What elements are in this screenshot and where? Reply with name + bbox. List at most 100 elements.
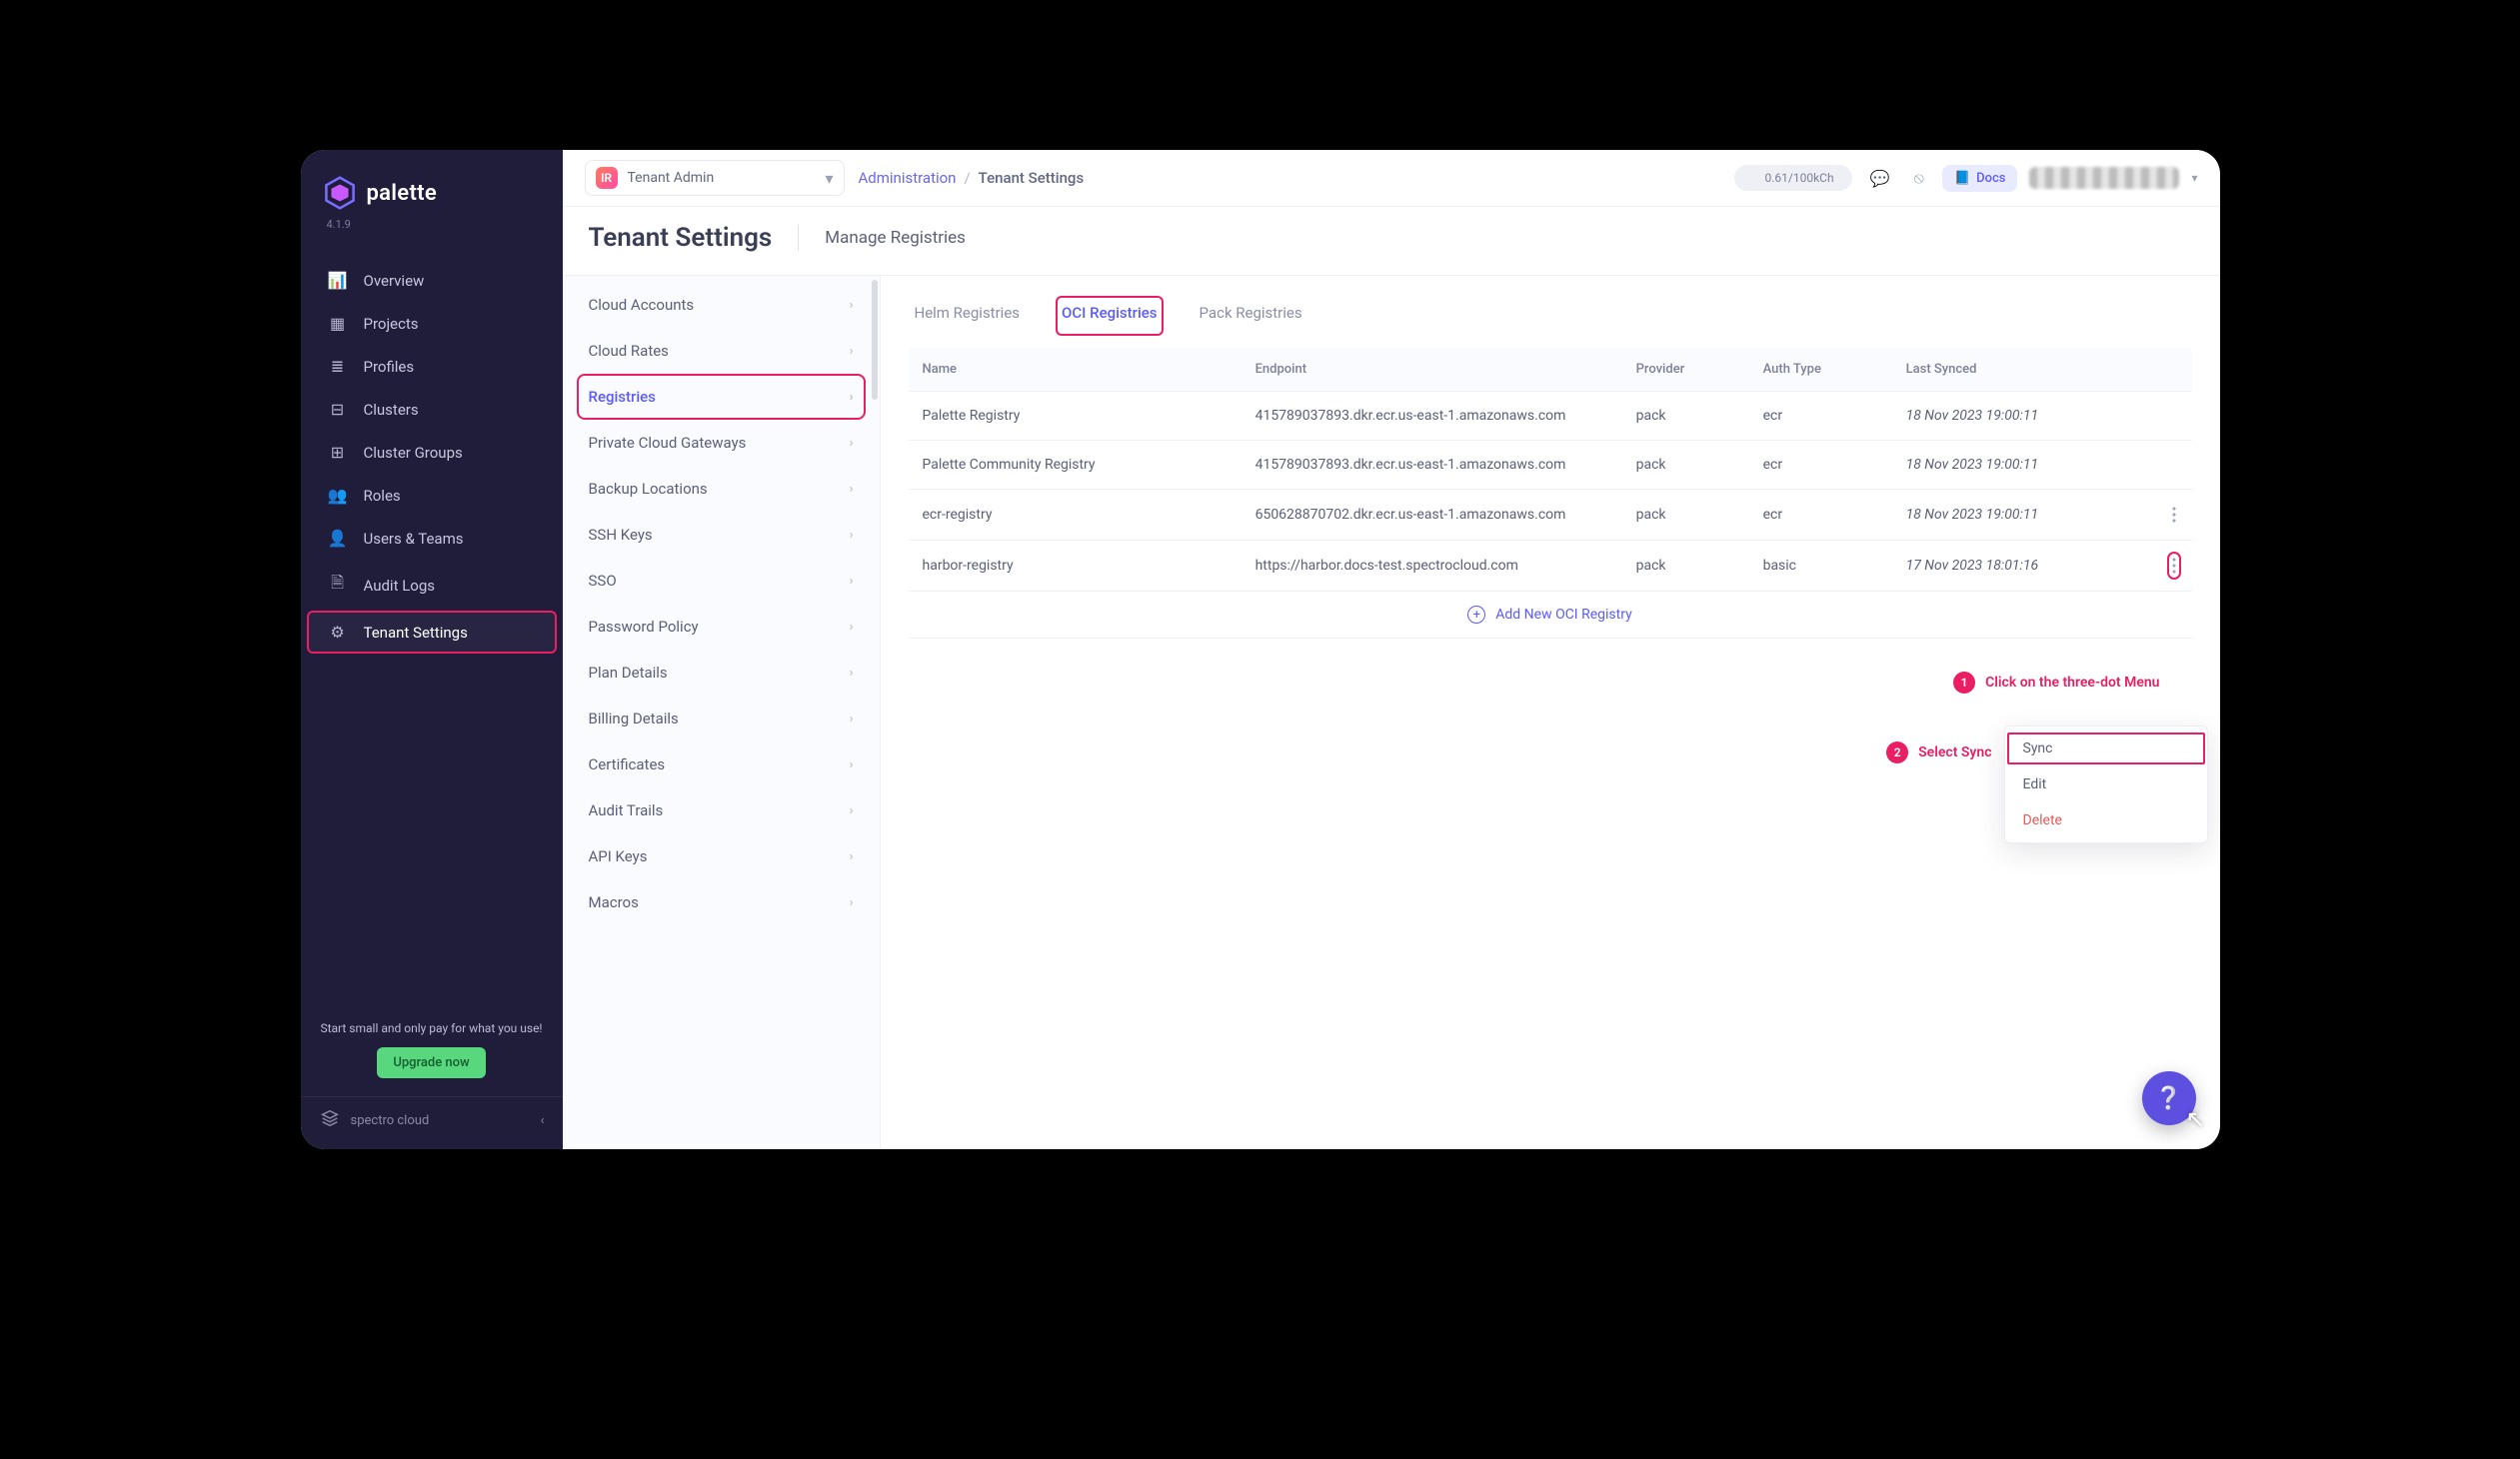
- chevron-right-icon: ›: [850, 895, 854, 910]
- cluster-groups-icon: ⊞: [328, 443, 348, 462]
- cell-name: harbor-registry: [909, 541, 1242, 592]
- dropdown-item-sync[interactable]: Sync: [2005, 730, 2207, 766]
- cell-provider: pack: [1622, 490, 1749, 541]
- page-heading: Tenant Settings Manage Registries: [563, 207, 2220, 276]
- sidebar-item-tenant-settings[interactable]: ⚙Tenant Settings: [307, 611, 557, 654]
- gear-icon: ⚙: [328, 623, 348, 642]
- breadcrumb-separator: /: [964, 169, 970, 187]
- table-row[interactable]: harbor-registry https://harbor.docs-test…: [909, 541, 2192, 592]
- settings-item-certificates[interactable]: Certificates›: [577, 741, 866, 787]
- settings-item-label: Backup Locations: [589, 480, 708, 498]
- profiles-icon: ≣: [328, 357, 348, 376]
- sidebar-item-label: Clusters: [364, 401, 419, 419]
- settings-item-label: Cloud Accounts: [589, 296, 695, 314]
- sidebar-nav: 📊Overview ▦Projects ≣Profiles ⊟Clusters …: [301, 259, 563, 654]
- sidebar-item-audit-logs[interactable]: 🗎Audit Logs: [301, 560, 563, 611]
- settings-item-label: Cloud Rates: [589, 342, 669, 360]
- settings-item-sso[interactable]: SSO›: [577, 558, 866, 604]
- help-fab-button[interactable]: ❔: [2142, 1071, 2196, 1125]
- settings-item-label: Private Cloud Gateways: [589, 434, 747, 452]
- scope-selector[interactable]: IR Tenant Admin ▾: [585, 160, 845, 196]
- sidebar-item-profiles[interactable]: ≣Profiles: [301, 345, 563, 388]
- scrollbar[interactable]: [872, 280, 878, 400]
- help-icon[interactable]: ⦸: [1908, 164, 1930, 192]
- table-row[interactable]: Palette Community Registry 415789037893.…: [909, 441, 2192, 490]
- chevron-right-icon: ›: [850, 803, 854, 818]
- tab-pack-registries[interactable]: Pack Registries: [1198, 300, 1304, 332]
- row-menu-button[interactable]: [2172, 557, 2176, 575]
- docs-button[interactable]: 📘 Docs: [1942, 165, 2018, 192]
- cell-last-synced: 18 Nov 2023 19:00:11: [1892, 392, 2158, 441]
- book-icon: 📘: [1954, 171, 1970, 186]
- tab-oci-registries[interactable]: OCI Registries: [1060, 300, 1160, 332]
- annotation-step-1: 1 Click on the three-dot Menu: [1953, 672, 2159, 694]
- footer-brand-label: spectro cloud: [351, 1113, 430, 1128]
- settings-item-label: SSO: [589, 572, 617, 590]
- col-last-synced: Last Synced: [1892, 348, 2158, 392]
- user-name-redacted: [2029, 167, 2179, 189]
- chevron-down-icon[interactable]: ▾: [2191, 171, 2197, 185]
- sidebar-item-label: Projects: [364, 315, 419, 333]
- registries-table: Name Endpoint Provider Auth Type Last Sy…: [909, 348, 2192, 592]
- row-actions-dropdown: Sync Edit Delete: [2004, 726, 2208, 843]
- cell-auth: ecr: [1749, 490, 1892, 541]
- settings-item-api-keys[interactable]: API Keys›: [577, 833, 866, 879]
- chevron-down-icon: ▾: [825, 169, 833, 188]
- cell-endpoint: https://harbor.docs-test.spectrocloud.co…: [1242, 541, 1622, 592]
- settings-item-cloud-accounts[interactable]: Cloud Accounts›: [577, 282, 866, 328]
- upgrade-now-button[interactable]: Upgrade now: [377, 1047, 485, 1078]
- sidebar-item-users-teams[interactable]: 👤Users & Teams: [301, 517, 563, 560]
- projects-icon: ▦: [328, 314, 348, 333]
- annotation-badge-1: 1: [1953, 672, 1975, 694]
- chevron-right-icon: ›: [850, 390, 854, 405]
- footer-brand[interactable]: spectro cloud ‹: [301, 1096, 563, 1149]
- chevron-left-icon[interactable]: ‹: [541, 1113, 545, 1128]
- table-row[interactable]: ecr-registry 650628870702.dkr.ecr.us-eas…: [909, 490, 2192, 541]
- sidebar-item-projects[interactable]: ▦ Projects: [301, 302, 563, 345]
- settings-item-password-policy[interactable]: Password Policy›: [577, 604, 866, 650]
- page-subtitle: Manage Registries: [825, 228, 966, 248]
- settings-item-cloud-rates[interactable]: Cloud Rates›: [577, 328, 866, 374]
- settings-item-label: Certificates: [589, 755, 666, 773]
- settings-item-audit-trails[interactable]: Audit Trails›: [577, 787, 866, 833]
- settings-item-private-cloud-gateways[interactable]: Private Cloud Gateways›: [577, 420, 866, 466]
- add-new-oci-registry-button[interactable]: + Add New OCI Registry: [909, 592, 2192, 639]
- dropdown-item-delete[interactable]: Delete: [2005, 802, 2207, 838]
- users-icon: 👤: [328, 529, 348, 548]
- chat-icon[interactable]: 💬: [1864, 165, 1896, 192]
- cell-provider: pack: [1622, 541, 1749, 592]
- cell-endpoint: 650628870702.dkr.ecr.us-east-1.amazonaws…: [1242, 490, 1622, 541]
- settings-item-label: Password Policy: [589, 618, 699, 636]
- cell-endpoint: 415789037893.dkr.ecr.us-east-1.amazonaws…: [1242, 441, 1622, 490]
- sidebar-item-clusters[interactable]: ⊟Clusters: [301, 388, 563, 431]
- settings-item-billing-details[interactable]: Billing Details›: [577, 696, 866, 741]
- settings-item-registries[interactable]: Registries›: [577, 374, 866, 420]
- cell-auth: ecr: [1749, 441, 1892, 490]
- col-endpoint: Endpoint: [1242, 348, 1622, 392]
- add-registry-label: Add New OCI Registry: [1495, 607, 1631, 623]
- breadcrumb-administration[interactable]: Administration: [859, 169, 957, 187]
- settings-item-plan-details[interactable]: Plan Details›: [577, 650, 866, 696]
- app-version: 4.1.9: [301, 214, 563, 247]
- sidebar: palette 4.1.9 📊Overview ▦Projects ≣Profi…: [301, 150, 563, 1149]
- settings-item-backup-locations[interactable]: Backup Locations›: [577, 466, 866, 512]
- cell-last-synced: 18 Nov 2023 19:00:11: [1892, 490, 2158, 541]
- topbar: IR Tenant Admin ▾ Administration / Tenan…: [563, 150, 2220, 207]
- row-menu-button[interactable]: [2172, 506, 2176, 524]
- settings-item-macros[interactable]: Macros ›: [577, 879, 866, 925]
- sidebar-item-cluster-groups[interactable]: ⊞Cluster Groups: [301, 431, 563, 474]
- dropdown-item-edit[interactable]: Edit: [2005, 766, 2207, 802]
- docs-label: Docs: [1976, 171, 2005, 186]
- sidebar-item-roles[interactable]: 👥Roles: [301, 474, 563, 517]
- chevron-right-icon: ›: [850, 528, 854, 543]
- spectro-logo-icon: [319, 1107, 341, 1133]
- credits-pill[interactable]: 0.61/100kCh: [1734, 165, 1851, 191]
- settings-item-ssh-keys[interactable]: SSH Keys›: [577, 512, 866, 558]
- sidebar-item-overview[interactable]: 📊Overview: [301, 259, 563, 302]
- audit-icon: 🗎: [328, 572, 348, 599]
- tab-helm-registries[interactable]: Helm Registries: [913, 300, 1023, 332]
- table-row[interactable]: Palette Registry 415789037893.dkr.ecr.us…: [909, 392, 2192, 441]
- cell-last-synced: 18 Nov 2023 19:00:11: [1892, 441, 2158, 490]
- settings-item-label: Macros: [589, 893, 639, 911]
- cell-auth: basic: [1749, 541, 1892, 592]
